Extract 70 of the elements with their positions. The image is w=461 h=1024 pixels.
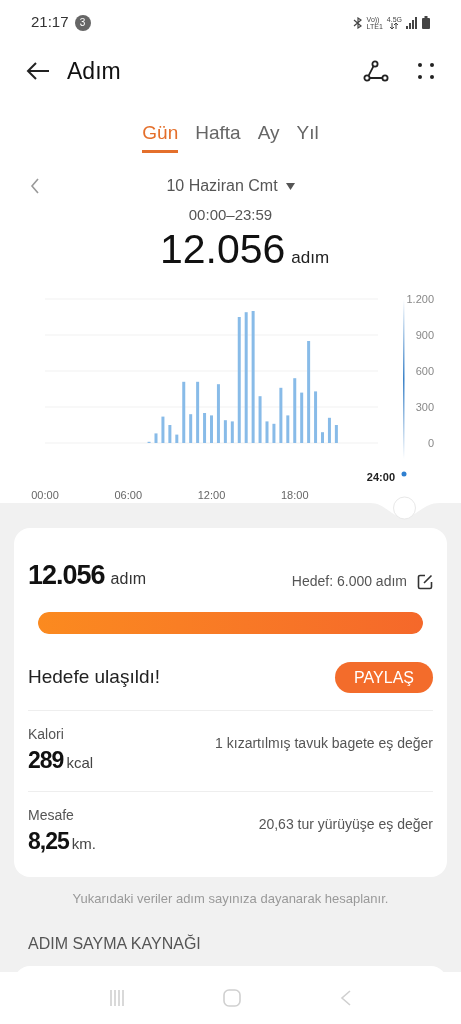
step-bar [161, 416, 165, 443]
step-bar [258, 395, 262, 443]
stat-label: Mesafe [28, 805, 75, 825]
step-bar [334, 424, 338, 443]
dropdown-caret-icon [285, 182, 295, 190]
share-button[interactable]: PAYLAŞ [335, 662, 433, 693]
x-axis-label: 12:00 [197, 488, 226, 501]
y-axis-label: 300 [415, 400, 434, 413]
y-axis-label: 0 [427, 436, 434, 449]
step-bar [175, 434, 179, 443]
stat-value: 8,25 [28, 826, 69, 856]
step-bar [230, 420, 234, 443]
step-bar [210, 414, 213, 443]
period-tab[interactable]: Gün [142, 117, 179, 153]
more-options-icon[interactable] [417, 62, 435, 80]
previous-day-icon[interactable] [30, 178, 40, 194]
step-bar [279, 387, 283, 443]
step-count: 12.056 [28, 558, 105, 592]
route-icon[interactable] [363, 60, 389, 82]
equivalent-text: 1 kızartılmış tavuk bagete eş değer [215, 734, 433, 754]
step-bar [265, 420, 269, 443]
edit-icon[interactable] [417, 573, 433, 590]
step-bar [223, 419, 227, 443]
stat-value: 289 [28, 746, 64, 775]
step-bar [154, 432, 158, 443]
bluetooth-icon [352, 16, 363, 29]
goal-text: Hedef: 6.000 adım [291, 572, 407, 591]
time-marker-label: 24:00 [366, 470, 395, 483]
x-axis-label: 00:00 [31, 488, 59, 501]
equivalent-text: 20,63 tur yürüyüşe eş değer [258, 814, 433, 834]
signal-icon [406, 16, 418, 29]
step-bar [196, 381, 200, 443]
step-bar [203, 412, 207, 443]
step-bar [293, 377, 297, 443]
step-bar [216, 383, 220, 443]
date-dropdown[interactable]: 10 Haziran Cmt [166, 174, 295, 198]
stat-unit: km. [71, 833, 96, 854]
goal-reached-text: Hedefe ulaşıldı! [28, 665, 161, 690]
step-bar [286, 414, 290, 443]
step-unit: adım [110, 568, 147, 589]
data-arrows-icon [390, 23, 399, 29]
x-axis-label: 18:00 [281, 488, 309, 501]
y-axis-label: 600 [415, 364, 434, 377]
y-axis-label: 900 [415, 328, 434, 341]
time-cursor[interactable] [401, 298, 407, 476]
step-bar [314, 390, 318, 443]
x-axis-label: 06:00 [114, 488, 142, 501]
step-bar [300, 392, 304, 443]
notification-count-badge: 3 [74, 14, 91, 31]
step-bar [189, 413, 193, 443]
step-bar [272, 423, 276, 443]
section-title: ADIM SAYMA KAYNAĞI [28, 934, 201, 952]
step-bar [321, 431, 324, 443]
time-range: 00:00–23:59 [188, 205, 273, 225]
step-total: 12.056 [159, 224, 286, 273]
period-tab[interactable]: Hafta [195, 117, 241, 153]
stat-label: Kalori [28, 725, 65, 744]
step-bar [327, 417, 331, 443]
period-tab[interactable]: Yıl [296, 117, 319, 153]
stat-unit: kcal [66, 753, 94, 773]
battery-icon [422, 16, 430, 29]
step-bar [182, 381, 186, 443]
status-time: 21:17 [31, 12, 69, 33]
period-tab[interactable]: Ay [257, 117, 280, 153]
step-bar [168, 424, 172, 443]
y-axis-label: 1.200 [406, 292, 434, 305]
step-unit: adım [291, 246, 330, 269]
back-arrow-icon[interactable] [26, 61, 50, 81]
footnote: Yukarıdaki veriler adım sayınıza dayanarak hesaplanır. [72, 890, 389, 908]
page-title: Adım [67, 56, 121, 86]
